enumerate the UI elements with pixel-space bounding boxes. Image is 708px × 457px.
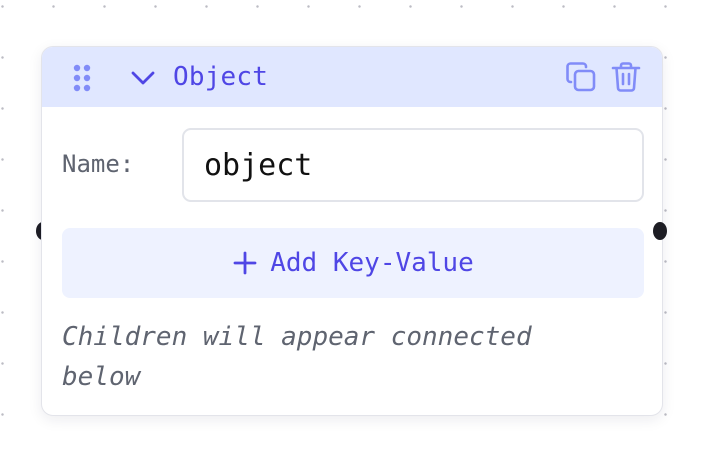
drag-handle-icon[interactable] — [72, 63, 92, 93]
object-node: Object Name: Add Key-Value Child — [41, 46, 663, 416]
name-label: Name: — [62, 150, 135, 178]
node-title: Object — [173, 62, 269, 92]
duplicate-button[interactable] — [564, 60, 598, 94]
collapse-toggle[interactable] — [130, 67, 156, 89]
children-hint: Children will appear connected below — [62, 322, 532, 392]
name-row: Name: — [62, 128, 644, 202]
output-connection-handle[interactable] — [653, 222, 667, 240]
trash-icon — [611, 62, 641, 92]
plus-icon — [233, 251, 257, 275]
node-header: Object — [42, 47, 662, 107]
name-input[interactable] — [182, 128, 644, 202]
add-key-value-button[interactable]: Add Key-Value — [62, 228, 644, 298]
add-key-value-label: Add Key-Value — [270, 248, 474, 278]
copy-icon — [566, 62, 596, 92]
delete-button[interactable] — [609, 60, 643, 94]
chevron-down-icon — [131, 71, 155, 85]
